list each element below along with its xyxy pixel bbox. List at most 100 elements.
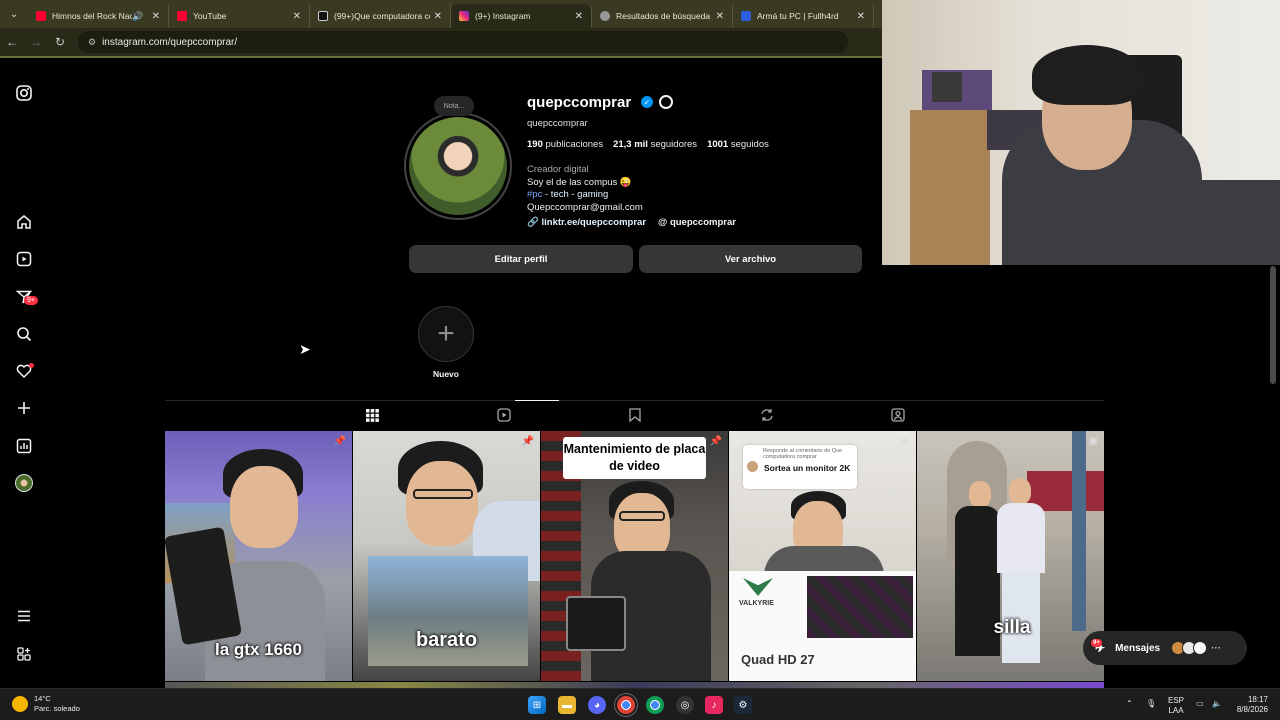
edit-profile-button[interactable]: Editar perfil: [409, 245, 633, 273]
profile-username: quepccomprar: [527, 94, 632, 111]
chrome-icon[interactable]: [614, 693, 638, 717]
post-caption: la gtx 1660: [215, 640, 302, 659]
recent-chat-avatars: [1171, 641, 1208, 655]
face: [969, 481, 991, 507]
following-count[interactable]: 1001 seguidos: [707, 139, 769, 150]
back-icon[interactable]: ←: [0, 35, 24, 49]
weather-desc: Parc. soleado: [34, 704, 80, 713]
close-icon[interactable]: ✕: [716, 11, 724, 22]
tab-fullh4rd[interactable]: Armá tu PC | Fullh4rd ✕: [733, 4, 874, 28]
tab-tagged-icon[interactable]: [890, 407, 906, 423]
home-icon[interactable]: [14, 212, 34, 232]
tab-youtube[interactable]: YouTube ✕: [169, 4, 310, 28]
new-highlight-button[interactable]: +: [418, 306, 474, 362]
tab-posts-grid-icon[interactable]: [364, 407, 380, 423]
more-icon: ···: [1211, 642, 1222, 654]
url-input[interactable]: ⚙ instagram.com/quepccomprar/: [78, 31, 848, 53]
notification-dot: [29, 363, 34, 368]
bio-email: Quepccomprar@gmail.com: [527, 201, 643, 213]
clock[interactable]: 18:17 8/8/2026: [1228, 695, 1268, 715]
tiktok-favicon-icon: [318, 11, 328, 21]
close-icon[interactable]: ✕: [293, 11, 301, 22]
threads-link[interactable]: @ quepccomprar: [658, 217, 736, 228]
create-plus-icon[interactable]: [14, 398, 34, 418]
windows-taskbar: 14°C Parc. soleado ⊞ ▬ ◕ ◎ ♪ ⚙ ⌃ 🎙 ESP LAA…: [0, 688, 1280, 720]
post-caption: silla: [993, 617, 1031, 638]
file-explorer-icon[interactable]: ▬: [558, 696, 576, 714]
post-tile[interactable]: ▣ silla: [917, 431, 1104, 681]
volume-icon[interactable]: 🔈: [1212, 699, 1222, 709]
scrollbar[interactable]: [1270, 266, 1276, 384]
pin-icon: 📌: [709, 436, 722, 447]
post-tile[interactable]: 📌 la gtx 1660: [165, 431, 352, 681]
sun-icon: [12, 696, 28, 712]
site-info-icon[interactable]: ⚙: [88, 37, 96, 48]
profile-avatar[interactable]: [404, 112, 512, 220]
brand-label: VALKYRIE: [739, 600, 774, 607]
forward-icon[interactable]: →: [24, 35, 48, 49]
dashboard-icon[interactable]: [14, 436, 34, 456]
profile-handle: quepccomprar: [527, 118, 588, 129]
view-archive-button[interactable]: Ver archivo: [639, 245, 862, 273]
tab-reels-icon[interactable]: [496, 407, 512, 423]
tab-himnos[interactable]: Himnos del Rock Nacional 🔊 ✕: [28, 4, 169, 28]
reply-avatar: [747, 461, 758, 472]
monitor-box-art: [807, 576, 913, 638]
discord-icon[interactable]: ◕: [588, 696, 606, 714]
tab-tiktok[interactable]: (99+)Que computadora comprar ✕: [310, 4, 451, 28]
device: [932, 72, 962, 102]
post-tile[interactable]: Mantenimiento de placa de video 📌: [541, 431, 728, 681]
chrome-profile-icon[interactable]: [646, 696, 664, 714]
avatar-image: [409, 117, 507, 215]
tab-instagram[interactable]: (9+) Instagram ✕: [451, 4, 592, 28]
hashtag-link[interactable]: #pc: [527, 189, 542, 200]
link-icon: 🔗: [527, 217, 539, 228]
linktree-link[interactable]: 🔗 linktr.ee/quepccomprar: [527, 217, 646, 228]
face: [1009, 478, 1031, 504]
messages-badge: 9+: [1091, 639, 1102, 647]
browser-tab-bar: ⌄ Himnos del Rock Nacional 🔊 ✕ YouTube ✕…: [0, 0, 882, 28]
gpu-card: [566, 596, 626, 651]
followers-count[interactable]: 21,3 mil seguidores: [613, 139, 697, 150]
tab-search-results[interactable]: Resultados de búsqueda para ✕: [592, 4, 733, 28]
new-highlight-label: Nuevo: [433, 369, 459, 379]
close-icon[interactable]: ✕: [575, 11, 583, 22]
messages-button[interactable]: ✈ 9+ Mensajes ···: [1083, 631, 1247, 665]
instagram-logo-icon[interactable]: [14, 83, 34, 103]
post-tile[interactable]: 📌 barato: [353, 431, 540, 681]
menu-icon[interactable]: [14, 606, 34, 626]
search-icon[interactable]: [14, 324, 34, 344]
settings-gear-icon[interactable]: [659, 95, 673, 109]
tab-search-icon[interactable]: ⌄: [0, 0, 28, 28]
active-tab-indicator: [515, 400, 559, 401]
app-icon[interactable]: ◎: [676, 696, 694, 714]
reels-icon[interactable]: [14, 249, 34, 269]
plus-icon: +: [437, 317, 455, 350]
steam-icon[interactable]: ⚙: [734, 696, 752, 714]
reload-icon[interactable]: ↻: [48, 35, 72, 49]
pin-icon: 📌: [521, 436, 534, 447]
windows-start-icon[interactable]: ⊞: [528, 696, 546, 714]
tray-chevron-icon[interactable]: ⌃: [1126, 699, 1133, 709]
profile-avatar-icon[interactable]: [14, 473, 34, 493]
post-tile[interactable]: Responde al comentario de Que computador…: [729, 431, 916, 681]
network-icon[interactable]: ▭: [1196, 699, 1204, 709]
instagram-sidebar: 9+: [0, 58, 48, 688]
youtube-favicon-icon: [177, 11, 187, 21]
also-from-meta-icon[interactable]: [14, 644, 34, 664]
close-icon[interactable]: ✕: [152, 11, 160, 22]
tab-saved-icon[interactable]: [627, 407, 643, 423]
tab-reposts-icon[interactable]: [759, 407, 775, 423]
glasses: [413, 489, 473, 499]
tiktok-app-icon[interactable]: ♪: [705, 696, 723, 714]
profile-tabs: [165, 400, 1104, 430]
weather-widget[interactable]: 14°C Parc. soleado: [12, 694, 80, 714]
speaker-icon[interactable]: 🔊: [132, 11, 143, 22]
glasses: [619, 511, 665, 521]
microphone-icon[interactable]: 🎙: [1146, 699, 1156, 709]
note-bubble[interactable]: Nota...: [434, 96, 474, 116]
close-icon[interactable]: ✕: [434, 11, 442, 22]
language-indicator[interactable]: ESP LAA: [1168, 696, 1184, 716]
close-icon[interactable]: ✕: [857, 11, 865, 22]
profile-stats: 190 publicaciones 21,3 mil seguidores 10…: [527, 139, 769, 150]
